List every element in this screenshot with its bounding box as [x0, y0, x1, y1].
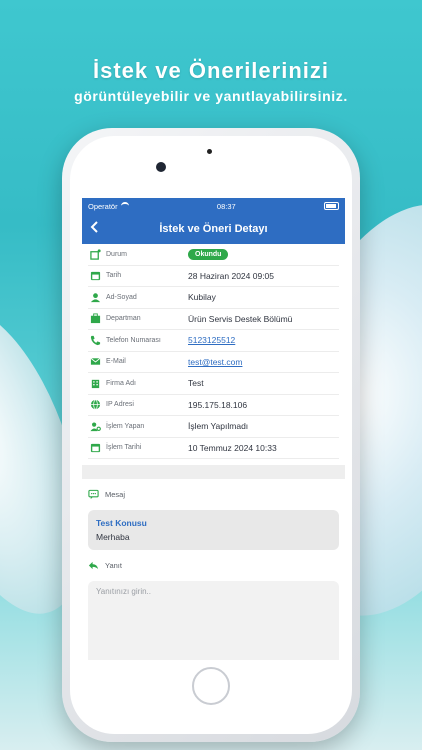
- status-time: 08:37: [216, 201, 236, 211]
- detail-value: 28 Haziran 2024 09:05: [188, 270, 275, 281]
- reply-label: Yanıt: [105, 561, 122, 570]
- detail-row-processor: İşlem Yapan İşlem Yapılmadı: [88, 416, 339, 438]
- globe-icon: [88, 398, 102, 412]
- details-list: Durum Okundu Tarih 28 Haziran 2024 09:05…: [82, 244, 345, 459]
- promo-headline: İstek ve Önerilerinizi görüntüleyebilir …: [0, 58, 422, 104]
- detail-label: Firma Adı: [106, 379, 136, 387]
- phone-speaker: [204, 146, 214, 156]
- detail-label: E-Mail: [106, 358, 126, 366]
- nav-bar: İstek ve Öneri Detayı: [82, 214, 345, 244]
- detail-value: 10 Temmuz 2024 10:33: [188, 442, 277, 453]
- wifi-icon: [120, 202, 129, 210]
- person-icon: [88, 290, 102, 304]
- detail-label: Telefon Numarası: [106, 336, 161, 344]
- detail-row-phone: Telefon Numarası 5123125512: [88, 330, 339, 352]
- nav-title: İstek ve Öneri Detayı: [159, 223, 268, 235]
- reply-section-header: Yanıt: [82, 550, 345, 577]
- detail-label: İşlem Tarihi: [106, 444, 142, 452]
- operator-label: Operatör: [88, 201, 118, 211]
- email-link[interactable]: test@test.com: [188, 357, 242, 367]
- reply-icon: [88, 561, 99, 570]
- detail-row-email: E-Mail test@test.com: [88, 352, 339, 373]
- calendar-icon: [88, 441, 102, 455]
- message-subject: Test Konusu: [96, 518, 147, 528]
- detail-row-process-date: İşlem Tarihi 10 Temmuz 2024 10:33: [88, 438, 339, 459]
- mail-icon: [88, 355, 102, 369]
- user-gear-icon: [88, 419, 102, 433]
- detail-row-date: Tarih 28 Haziran 2024 09:05: [88, 266, 339, 287]
- chevron-left-icon: [90, 221, 98, 233]
- reply-input[interactable]: Yanıtınızı girin..: [88, 581, 339, 660]
- phone-camera: [156, 162, 166, 172]
- promo-title: İstek ve Önerilerinizi: [93, 58, 329, 83]
- status-badge: Okundu: [188, 248, 229, 260]
- department-icon: [88, 312, 102, 326]
- phone-icon: [88, 333, 102, 347]
- detail-label: Departman: [106, 315, 141, 323]
- detail-value: Kubilay: [188, 292, 216, 303]
- detail-row-ip: IP Adresi 195.175.18.106: [88, 395, 339, 416]
- phone-link[interactable]: 5123125512: [188, 335, 235, 345]
- promo-subtitle: görüntüleyebilir ve yanıtlayabilirsiniz.: [74, 88, 348, 104]
- battery-icon: [323, 202, 339, 210]
- detail-label: Ad-Soyad: [106, 293, 137, 301]
- message-label: Mesaj: [105, 490, 126, 499]
- app-screen: Operatör 08:37 İstek ve Öneri Detayı Dur…: [82, 198, 345, 660]
- back-button[interactable]: [90, 220, 100, 238]
- detail-label: IP Adresi: [106, 401, 134, 409]
- section-divider: [82, 465, 345, 479]
- detail-label: Tarih: [106, 272, 122, 280]
- message-section-header: Mesaj: [82, 479, 345, 506]
- message-icon: [88, 489, 99, 500]
- detail-row-status: Durum Okundu: [88, 244, 339, 266]
- detail-row-name: Ad-Soyad Kubilay: [88, 287, 339, 309]
- home-button[interactable]: [192, 667, 230, 705]
- detail-row-department: Departman Ürün Servis Destek Bölümü: [88, 309, 339, 330]
- status-bar: Operatör 08:37: [82, 198, 345, 214]
- detail-value: Ürün Servis Destek Bölümü: [188, 313, 293, 324]
- detail-value: 195.175.18.106: [188, 399, 248, 410]
- company-icon: [88, 376, 102, 390]
- message-body: Merhaba: [96, 532, 130, 542]
- message-box: Test Konusu Merhaba: [88, 510, 339, 550]
- detail-row-company: Firma Adı Test: [88, 373, 339, 395]
- status-icon: [88, 247, 102, 261]
- detail-value: İşlem Yapılmadı: [188, 421, 249, 432]
- detail-label: Durum: [106, 250, 128, 258]
- calendar-icon: [88, 269, 102, 283]
- detail-label: İşlem Yapan: [106, 422, 145, 430]
- detail-value: Test: [188, 378, 204, 389]
